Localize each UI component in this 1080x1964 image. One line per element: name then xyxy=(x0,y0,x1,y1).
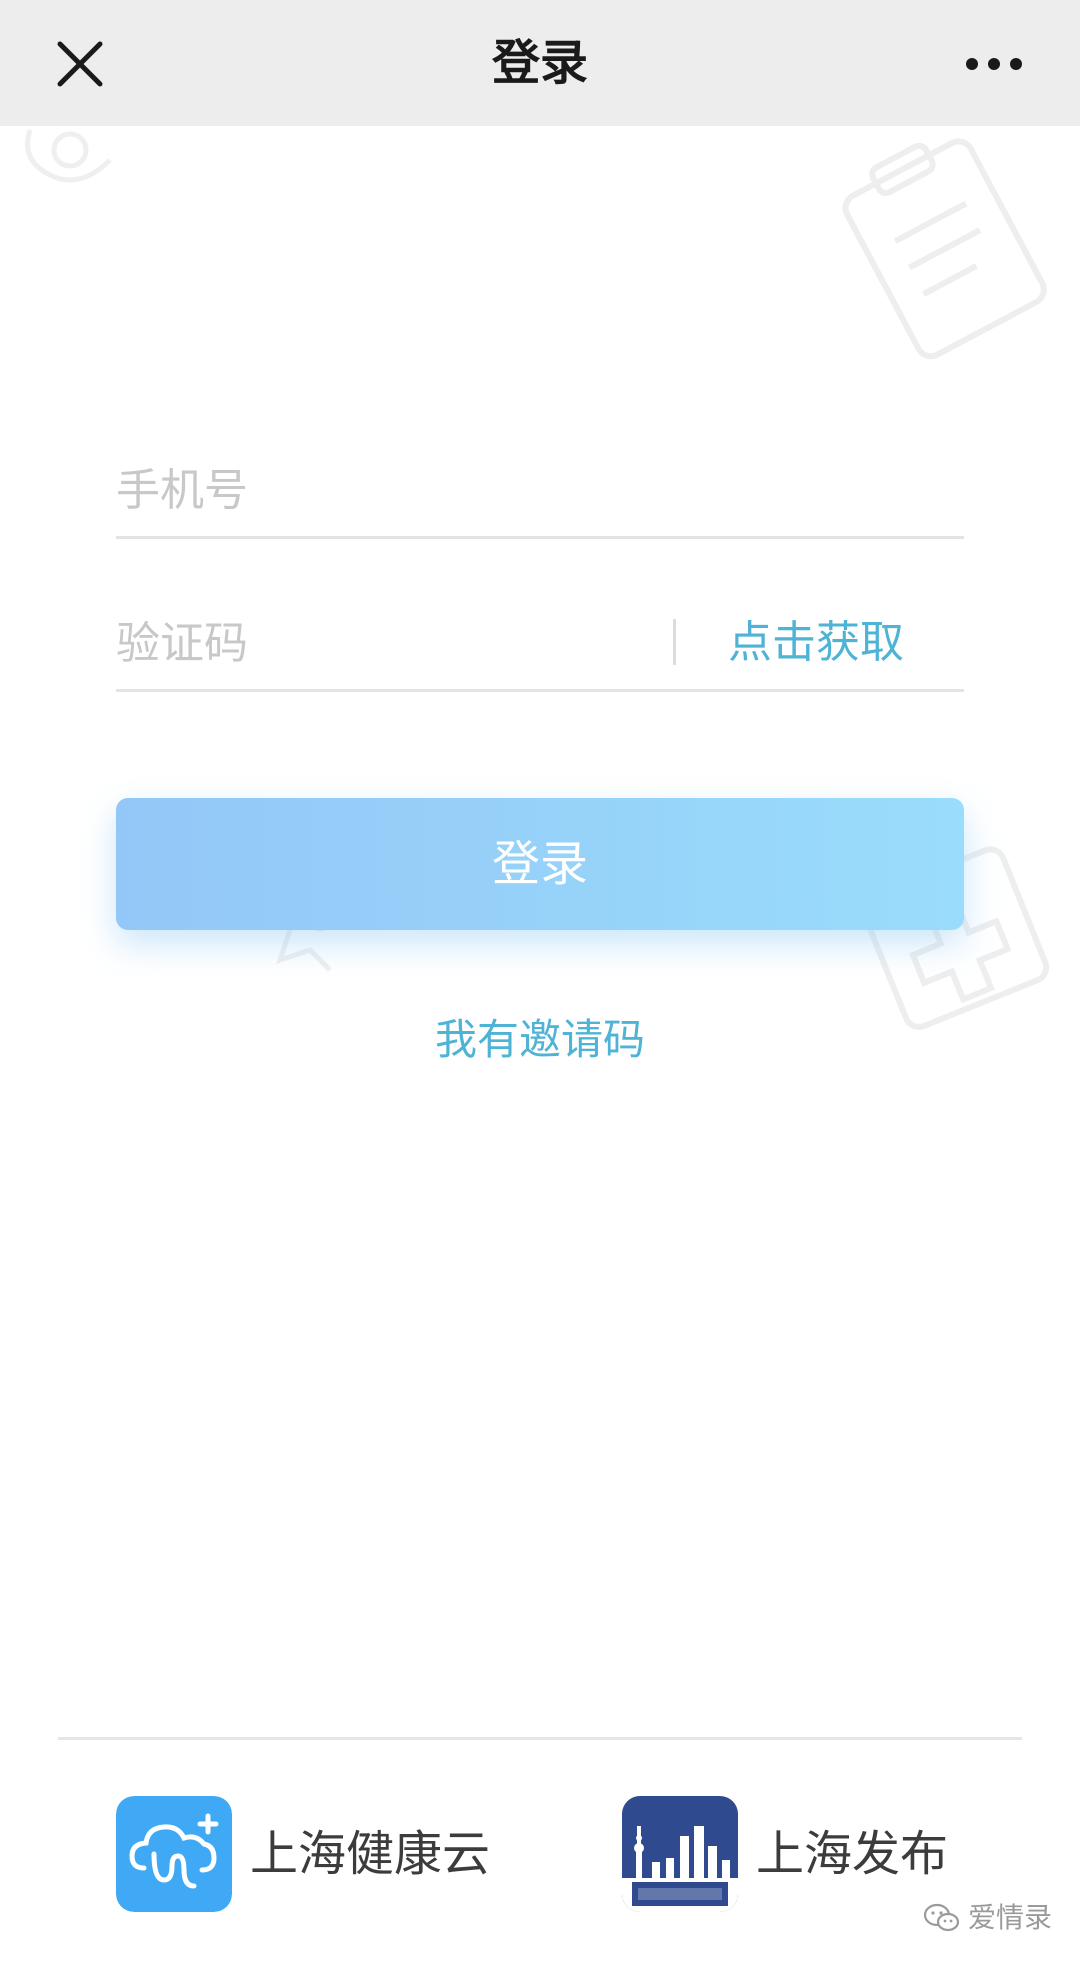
phone-field xyxy=(116,450,964,539)
verification-code-input[interactable] xyxy=(116,613,656,673)
decorative-clipboard-top-right xyxy=(842,138,1047,360)
verification-code-field: 点击获取 xyxy=(116,603,964,692)
login-page: 登录 点击获取 登录 我有邀请码 上海健康云 xyxy=(0,0,1080,1964)
partner-shanghai-release[interactable]: 上海发布 xyxy=(622,1796,962,1914)
cloud-plus-icon xyxy=(116,1796,232,1912)
watermark-text: 爱情录 xyxy=(968,1901,1053,1934)
page-title: 登录 xyxy=(491,35,588,91)
partner-name: 上海健康云 xyxy=(250,1826,491,1882)
wechat-icon xyxy=(923,1903,960,1932)
get-code-button[interactable]: 点击获取 xyxy=(728,613,904,673)
close-icon[interactable] xyxy=(52,36,108,92)
phone-input[interactable] xyxy=(116,460,956,520)
bottom-divider xyxy=(58,1737,1022,1740)
partner-shanghai-health-cloud[interactable]: 上海健康云 xyxy=(116,1796,516,1914)
more-icon[interactable] xyxy=(962,44,1026,84)
top-navbar: 登录 xyxy=(0,0,1080,126)
partner-name: 上海发布 xyxy=(756,1826,949,1882)
invite-code-link[interactable]: 我有邀请码 xyxy=(340,1010,740,1070)
shanghai-skyline-logo xyxy=(622,1796,738,1912)
login-button[interactable]: 登录 xyxy=(116,798,964,930)
decorative-doodle-top-left xyxy=(25,129,112,183)
field-divider xyxy=(673,619,676,665)
